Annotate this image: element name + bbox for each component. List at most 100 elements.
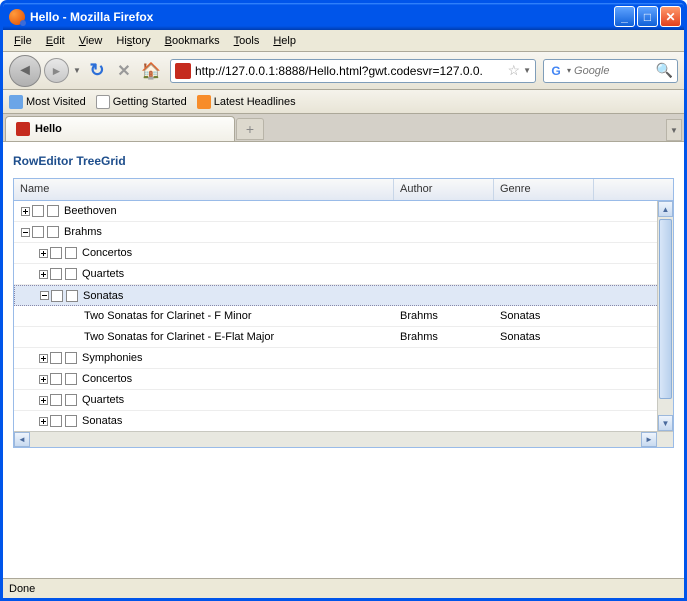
expand-icon[interactable]: [36, 414, 50, 428]
bookmark-star-icon[interactable]: ☆: [508, 62, 521, 79]
checkbox[interactable]: [50, 394, 62, 406]
bookmark-folder-icon: [9, 95, 23, 109]
checkbox[interactable]: [50, 373, 62, 385]
collapse-icon[interactable]: [18, 225, 32, 239]
leaf-spacer: [54, 309, 82, 323]
page-heading: RowEditor TreeGrid: [13, 154, 674, 168]
cell-name: Symphonies: [14, 351, 394, 365]
tree-row[interactable]: Quartets: [14, 390, 673, 411]
reload-button[interactable]: ↻: [85, 59, 109, 83]
tab-hello[interactable]: Hello: [5, 116, 235, 141]
column-header-author[interactable]: Author: [394, 179, 494, 200]
tab-list-dropdown[interactable]: ▼: [666, 119, 682, 141]
url-dropdown-icon[interactable]: ▼: [523, 66, 531, 75]
url-bar[interactable]: ☆ ▼: [170, 59, 536, 83]
checkbox[interactable]: [65, 247, 77, 259]
search-box[interactable]: G ▾ 🔍: [543, 59, 678, 83]
history-dropdown[interactable]: ▼: [72, 66, 82, 75]
cell-name: Two Sonatas for Clarinet - F Minor: [14, 309, 394, 323]
window-title: Hello - Mozilla Firefox: [30, 10, 614, 24]
maximize-button[interactable]: □: [637, 6, 658, 27]
expand-icon[interactable]: [36, 372, 50, 386]
checkbox[interactable]: [50, 247, 62, 259]
checkbox[interactable]: [50, 268, 62, 280]
tree-row[interactable]: Two Sonatas for Clarinet - F MinorBrahms…: [14, 306, 673, 327]
row-label: Sonatas: [83, 290, 123, 302]
tree-row[interactable]: Symphonies: [14, 348, 673, 369]
checkbox[interactable]: [51, 290, 63, 302]
bookmarks-toolbar: Most Visited Getting Started Latest Head…: [3, 90, 684, 114]
row-label: Quartets: [82, 394, 124, 406]
checkbox[interactable]: [65, 268, 77, 280]
cell-name: Sonatas: [15, 289, 395, 303]
checkbox[interactable]: [50, 352, 62, 364]
scroll-left-button[interactable]: ◄: [14, 432, 30, 447]
menu-help[interactable]: Help: [266, 32, 303, 50]
grid-body: Beethoven Brahms Concertos Quartets Sonatas T…: [14, 201, 673, 431]
titlebar[interactable]: Hello - Mozilla Firefox _ □ ✕: [3, 3, 684, 30]
tree-row[interactable]: Sonatas: [14, 411, 673, 431]
grid-header: Name Author Genre: [14, 179, 673, 201]
tab-favicon: [16, 122, 30, 136]
expand-icon[interactable]: [36, 267, 50, 281]
bookmark-getting-started[interactable]: Getting Started: [96, 95, 187, 109]
checkbox[interactable]: [47, 205, 59, 217]
tree-row[interactable]: Quartets: [14, 264, 673, 285]
tree-row[interactable]: Two Sonatas for Clarinet - E-Flat MajorB…: [14, 327, 673, 348]
column-header-name[interactable]: Name: [14, 179, 394, 200]
checkbox[interactable]: [66, 290, 78, 302]
scroll-up-button[interactable]: ▲: [658, 201, 673, 217]
url-input[interactable]: [195, 64, 505, 78]
tree-row[interactable]: Concertos: [14, 243, 673, 264]
expand-icon[interactable]: [36, 246, 50, 260]
vertical-scrollbar[interactable]: ▲ ▼: [657, 201, 673, 431]
checkbox[interactable]: [32, 226, 44, 238]
row-label: Two Sonatas for Clarinet - E-Flat Major: [84, 331, 274, 343]
checkbox[interactable]: [47, 226, 59, 238]
close-button[interactable]: ✕: [660, 6, 681, 27]
horizontal-scrollbar[interactable]: ◄ ►: [14, 431, 673, 447]
checkbox[interactable]: [65, 352, 77, 364]
tree-row[interactable]: Brahms: [14, 222, 673, 243]
menu-edit[interactable]: Edit: [39, 32, 72, 50]
row-label: Brahms: [64, 226, 102, 238]
minimize-button[interactable]: _: [614, 6, 635, 27]
cell-name: Concertos: [14, 246, 394, 260]
bookmark-most-visited[interactable]: Most Visited: [9, 95, 86, 109]
stop-button[interactable]: ✕: [112, 59, 136, 83]
column-header-genre[interactable]: Genre: [494, 179, 594, 200]
back-button[interactable]: ◄: [9, 55, 41, 87]
row-label: Concertos: [82, 247, 132, 259]
scroll-right-button[interactable]: ►: [641, 432, 657, 447]
cell-name: Beethoven: [14, 204, 394, 218]
menu-file[interactable]: File: [7, 32, 39, 50]
menu-tools[interactable]: Tools: [227, 32, 267, 50]
new-tab-button[interactable]: +: [236, 118, 264, 140]
tree-row[interactable]: Sonatas: [14, 285, 673, 306]
browser-window: Hello - Mozilla Firefox _ □ ✕ File Edit …: [0, 0, 687, 601]
tree-row[interactable]: Beethoven: [14, 201, 673, 222]
checkbox[interactable]: [65, 415, 77, 427]
home-button[interactable]: 🏠: [139, 59, 163, 83]
search-input[interactable]: [574, 65, 656, 77]
menu-view[interactable]: View: [72, 32, 110, 50]
checkbox[interactable]: [65, 394, 77, 406]
search-engine-dropdown[interactable]: ▾: [567, 66, 571, 75]
expand-icon[interactable]: [36, 393, 50, 407]
nav-toolbar: ◄ ► ▼ ↻ ✕ 🏠 ☆ ▼ G ▾ 🔍: [3, 52, 684, 90]
search-go-icon[interactable]: 🔍: [656, 62, 673, 79]
checkbox[interactable]: [65, 373, 77, 385]
scroll-down-button[interactable]: ▼: [658, 415, 673, 431]
checkbox[interactable]: [32, 205, 44, 217]
cell-name: Quartets: [14, 393, 394, 407]
forward-button[interactable]: ►: [44, 58, 69, 83]
scroll-thumb[interactable]: [659, 219, 672, 399]
bookmark-latest-headlines[interactable]: Latest Headlines: [197, 95, 296, 109]
checkbox[interactable]: [50, 415, 62, 427]
menu-history[interactable]: History: [109, 32, 157, 50]
collapse-icon[interactable]: [37, 289, 51, 303]
expand-icon[interactable]: [18, 204, 32, 218]
tree-row[interactable]: Concertos: [14, 369, 673, 390]
menu-bookmarks[interactable]: Bookmarks: [158, 32, 227, 50]
expand-icon[interactable]: [36, 351, 50, 365]
